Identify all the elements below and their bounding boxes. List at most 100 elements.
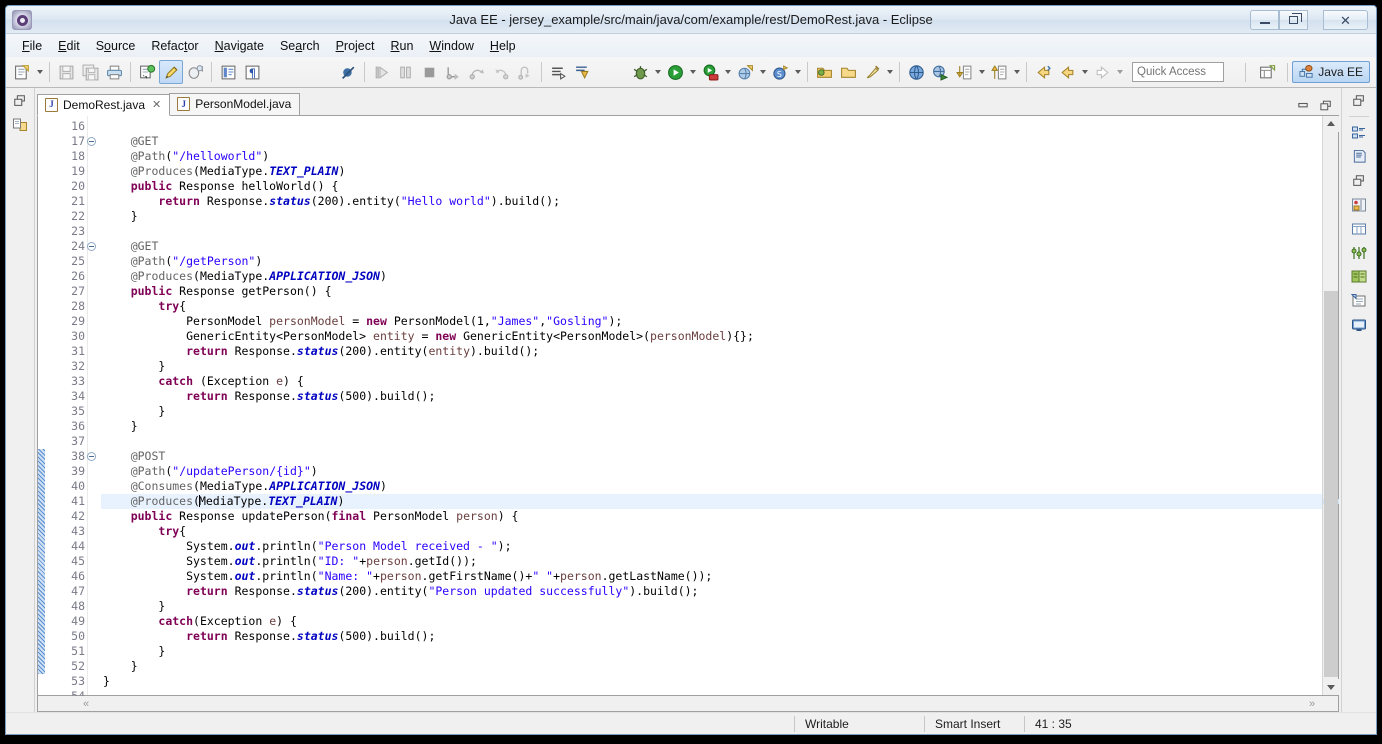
maximize-window-button[interactable] xyxy=(1279,10,1308,30)
step-over-icon[interactable] xyxy=(465,60,489,84)
code-editor[interactable]: 16 17 18 19 20 21 22 23 24 25 26 27 28 29 30 31 32 33 34 35… xyxy=(37,115,1339,703)
scroll-right-icon[interactable]: » xyxy=(1304,697,1320,711)
menu-navigate[interactable]: Navigate xyxy=(207,37,272,55)
properties-view-icon[interactable] xyxy=(1350,219,1369,238)
step-return-icon[interactable] xyxy=(489,60,513,84)
menu-window[interactable]: Window xyxy=(421,37,481,55)
next-annotation-icon[interactable] xyxy=(952,60,976,84)
code-line[interactable] xyxy=(101,434,1322,449)
external-tools-icon[interactable] xyxy=(928,60,952,84)
menu-refactor[interactable]: Refactor xyxy=(143,37,206,55)
code-line[interactable]: @Produces(MediaType.TEXT_PLAIN) xyxy=(101,493,1322,509)
back-icon[interactable] xyxy=(1031,60,1055,84)
previous-annotation-dropdown-icon[interactable] xyxy=(1011,60,1022,84)
project-explorer-icon[interactable] xyxy=(11,116,29,134)
code-line[interactable]: return Response.status(200).entity("Pers… xyxy=(101,584,1322,599)
close-icon[interactable]: ✕ xyxy=(152,98,161,111)
open-browser-icon[interactable] xyxy=(904,60,928,84)
new-java-class-icon[interactable] xyxy=(183,60,207,84)
folding-ruler[interactable] xyxy=(88,115,101,695)
open-package-icon[interactable] xyxy=(812,60,836,84)
editor-tab-demorest[interactable]: J DemoRest.java ✕ xyxy=(37,93,171,116)
code-line[interactable]: } xyxy=(101,599,1322,614)
code-line[interactable]: catch(Exception e) { xyxy=(101,614,1322,629)
code-line[interactable]: @GET xyxy=(101,239,1322,254)
restore-view2-icon[interactable] xyxy=(1350,171,1369,190)
outline-view-icon[interactable] xyxy=(1350,123,1369,142)
fold-collapse-icon[interactable] xyxy=(87,451,96,461)
code-line[interactable]: public Response getPerson() { xyxy=(101,284,1322,299)
close-window-button[interactable]: ✕ xyxy=(1323,10,1368,30)
forward-dropdown-icon[interactable] xyxy=(1114,60,1125,84)
code-line[interactable]: return Response.status(500).build(); xyxy=(101,629,1322,644)
code-line[interactable]: } xyxy=(101,659,1322,674)
code-line[interactable]: @Path("/getPerson") xyxy=(101,254,1322,269)
snippets-view-icon[interactable] xyxy=(1350,267,1369,286)
drop-to-frame-icon[interactable] xyxy=(513,60,537,84)
restore-view-icon[interactable] xyxy=(1350,91,1369,110)
code-line[interactable]: } xyxy=(101,209,1322,224)
scroll-down-icon[interactable] xyxy=(1323,679,1339,695)
toggle-mark-occurrences-icon[interactable] xyxy=(159,60,183,84)
run-dropdown-icon[interactable] xyxy=(687,60,698,84)
run-icon[interactable] xyxy=(663,60,687,84)
editor-tab-personmodel[interactable]: J PersonModel.java xyxy=(169,92,301,115)
quick-fix-dropdown-icon[interactable] xyxy=(884,60,895,84)
code-line[interactable]: @Consumes(MediaType.APPLICATION_JSON) xyxy=(101,479,1322,494)
fold-collapse-icon[interactable] xyxy=(87,241,96,251)
code-line[interactable] xyxy=(101,689,1322,695)
quick-access-input[interactable] xyxy=(1132,62,1224,82)
perspective-java-ee-button[interactable]: Java EE xyxy=(1292,61,1370,83)
code-line[interactable]: @GET xyxy=(101,134,1322,149)
back-dropdown-icon[interactable] xyxy=(1079,60,1090,84)
code-line[interactable]: try{ xyxy=(101,524,1322,539)
code-line[interactable]: System.out.println("ID: "+person.getId()… xyxy=(101,554,1322,569)
open-type-icon[interactable] xyxy=(216,60,240,84)
minimize-editor-icon[interactable] xyxy=(1296,100,1310,112)
save-icon[interactable] xyxy=(54,60,78,84)
resume-icon[interactable] xyxy=(369,60,393,84)
open-perspective-icon[interactable] xyxy=(1256,62,1278,83)
code-line[interactable]: } xyxy=(101,359,1322,374)
show-whitespace-icon[interactable]: ¶ xyxy=(240,60,264,84)
menu-edit[interactable]: Edit xyxy=(50,37,88,55)
code-line[interactable]: PersonModel personModel = new PersonMode… xyxy=(101,314,1322,329)
run-server-icon[interactable] xyxy=(698,60,722,84)
scroll-up-icon[interactable] xyxy=(1323,115,1339,132)
run-server-dropdown-icon[interactable] xyxy=(722,60,733,84)
debug-icon[interactable] xyxy=(628,60,652,84)
scrollbar-thumb[interactable] xyxy=(1324,290,1338,677)
new-web-project-dropdown-icon[interactable] xyxy=(757,60,768,84)
new-spring-dropdown-icon[interactable] xyxy=(792,60,803,84)
servers-view-icon[interactable] xyxy=(1350,195,1369,214)
back-history-icon[interactable] xyxy=(1055,60,1079,84)
code-line[interactable]: @Path("/helloworld") xyxy=(101,149,1322,164)
menu-help[interactable]: Help xyxy=(482,37,524,55)
code-line[interactable]: } xyxy=(101,404,1322,419)
maximize-editor-icon[interactable] xyxy=(1319,100,1333,112)
code-line[interactable]: } xyxy=(101,674,1322,689)
save-all-icon[interactable] xyxy=(78,60,102,84)
code-line[interactable]: catch (Exception e) { xyxy=(101,374,1322,389)
quick-fix-icon[interactable] xyxy=(860,60,884,84)
markers-view-icon[interactable] xyxy=(1350,291,1369,310)
terminate-icon[interactable] xyxy=(417,60,441,84)
menu-search[interactable]: Search xyxy=(272,37,328,55)
code-line[interactable]: public Response updatePerson(final Perso… xyxy=(101,509,1322,524)
code-line[interactable]: @Path("/updatePerson/{id}") xyxy=(101,464,1322,479)
menu-project[interactable]: Project xyxy=(328,37,383,55)
code-line[interactable]: @Produces(MediaType.APPLICATION_JSON) xyxy=(101,269,1322,284)
code-line[interactable]: System.out.println("Person Model receive… xyxy=(101,539,1322,554)
minimize-window-button[interactable] xyxy=(1250,10,1279,30)
menu-file[interactable]: File xyxy=(14,37,50,55)
fold-collapse-icon[interactable] xyxy=(87,136,96,146)
skip-all-breakpoints-icon[interactable] xyxy=(336,60,360,84)
code-line[interactable] xyxy=(101,119,1322,134)
step-debug-icon[interactable] xyxy=(570,60,594,84)
code-line[interactable]: } xyxy=(101,644,1322,659)
code-line[interactable]: System.out.println("Name: "+person.getFi… xyxy=(101,569,1322,584)
forward-icon[interactable] xyxy=(1090,60,1114,84)
menu-run[interactable]: Run xyxy=(382,37,421,55)
debug-dropdown-icon[interactable] xyxy=(652,60,663,84)
build-all-icon[interactable] xyxy=(135,60,159,84)
